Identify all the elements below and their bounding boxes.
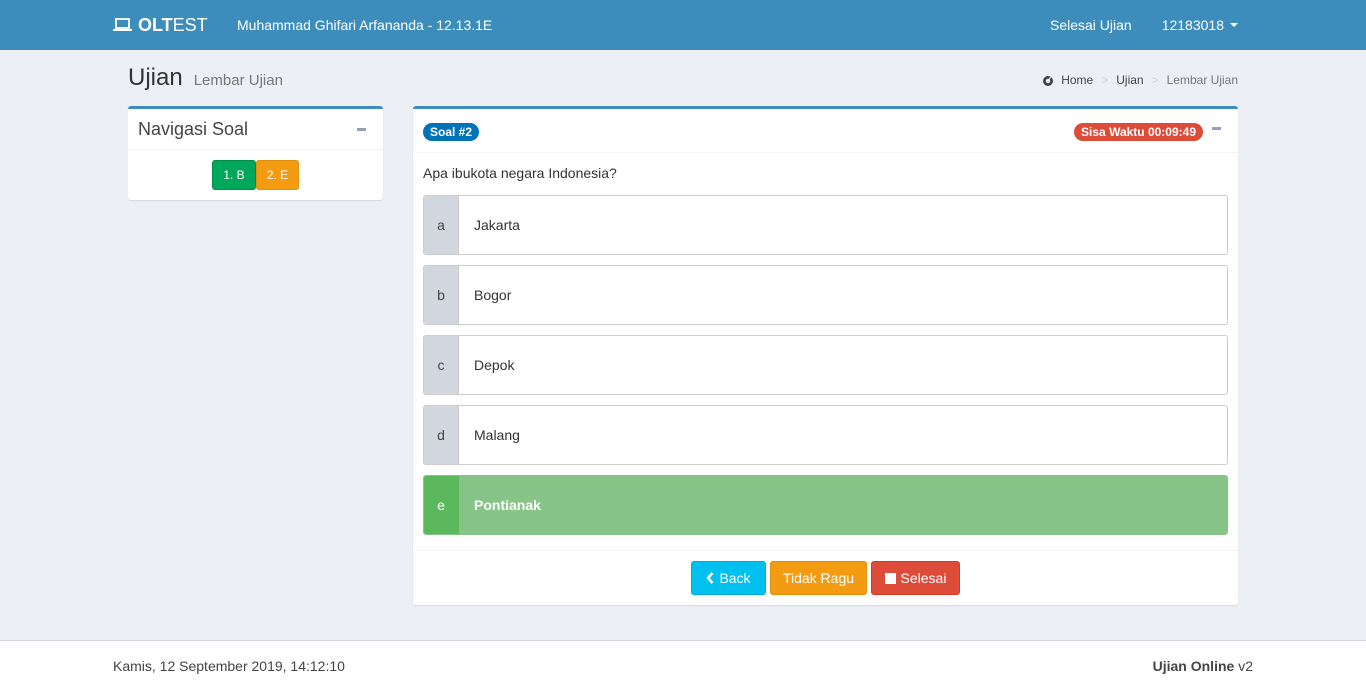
laptop-icon bbox=[113, 18, 132, 31]
navigasi-title: Navigasi Soal bbox=[138, 118, 249, 139]
option-text: Depok bbox=[474, 357, 515, 373]
page-footer: Kamis, 12 September 2019, 14:12:10 Ujian… bbox=[0, 640, 1366, 691]
nav-right: Selesai Ujian 12183018 bbox=[1035, 0, 1238, 50]
back-label: Back bbox=[719, 570, 751, 586]
question-footer: Back Tidak Ragu Selesai bbox=[413, 550, 1238, 605]
caret-down-icon bbox=[1230, 23, 1238, 27]
question-2-button[interactable]: 2. E bbox=[256, 160, 299, 190]
option-c[interactable]: c Depok bbox=[423, 335, 1228, 395]
selesai-ujian-link[interactable]: Selesai Ujian bbox=[1035, 17, 1147, 33]
option-key: a bbox=[424, 196, 459, 254]
option-text: Pontianak bbox=[459, 476, 1227, 534]
option-text: Bogor bbox=[474, 287, 512, 303]
breadcrumb-home[interactable]: Home bbox=[1061, 73, 1093, 87]
breadcrumb-ujian[interactable]: Ujian bbox=[1116, 73, 1143, 87]
option-d[interactable]: d Malang bbox=[423, 405, 1228, 465]
navigasi-header: Navigasi Soal bbox=[128, 109, 383, 150]
option-e[interactable]: e Pontianak bbox=[423, 475, 1228, 535]
page-title: Ujian Lembar Ujian bbox=[128, 64, 283, 92]
tidak-ragu-button[interactable]: Tidak Ragu bbox=[770, 561, 867, 595]
option-key: b bbox=[424, 266, 459, 324]
option-a[interactable]: a Jakarta bbox=[423, 195, 1228, 255]
question-box: Soal #2 Sisa Waktu 00:09:49 Apa ibukota … bbox=[413, 106, 1238, 605]
question-text: Apa ibukota negara Indonesia? bbox=[423, 165, 617, 181]
collapse-minus-icon[interactable] bbox=[351, 119, 373, 139]
selesai-button[interactable]: Selesai bbox=[871, 561, 960, 595]
option-key: d bbox=[424, 406, 459, 464]
collapse-minus-icon[interactable] bbox=[1206, 118, 1228, 138]
back-button[interactable]: Back bbox=[691, 561, 766, 595]
stop-icon bbox=[884, 572, 896, 584]
option-key: c bbox=[424, 336, 459, 394]
timer-badge: Sisa Waktu 00:09:49 bbox=[1074, 123, 1203, 141]
question-header: Soal #2 Sisa Waktu 00:09:49 bbox=[413, 109, 1238, 153]
user-info: Muhammad Ghifari Arfananda - 12.13.1E bbox=[237, 17, 493, 33]
brand-bold: OLT bbox=[138, 14, 173, 35]
option-text: Jakarta bbox=[474, 217, 520, 233]
breadcrumb-separator: > bbox=[1101, 73, 1109, 87]
dashboard-icon bbox=[1043, 76, 1054, 86]
option-b[interactable]: b Bogor bbox=[423, 265, 1228, 325]
footer-version: Ujian Online v2 bbox=[1153, 658, 1253, 674]
brand-rest: EST bbox=[172, 14, 208, 35]
footer-version-number: v2 bbox=[1238, 658, 1253, 674]
question-number-badge: Soal #2 bbox=[423, 123, 480, 141]
option-text: Malang bbox=[474, 427, 520, 443]
footer-app-name: Ujian Online bbox=[1152, 658, 1235, 674]
page-heading: Ujian bbox=[128, 64, 183, 91]
breadcrumb-current: Lembar Ujian bbox=[1166, 73, 1238, 87]
top-navbar: OLT EST Muhammad Ghifari Arfananda - 12.1… bbox=[0, 0, 1366, 50]
chevron-left-icon bbox=[706, 572, 714, 584]
user-menu-dropdown[interactable]: 12183018 bbox=[1147, 17, 1238, 33]
navigasi-soal-box: Navigasi Soal 1. B 2. E bbox=[128, 106, 383, 200]
breadcrumb-separator: > bbox=[1151, 73, 1159, 87]
brand-logo[interactable]: OLT EST bbox=[113, 0, 208, 50]
user-id: 12183018 bbox=[1161, 17, 1224, 33]
option-key: e bbox=[424, 476, 459, 534]
selesai-label: Selesai bbox=[900, 570, 947, 586]
question-nav-buttons: 1. B 2. E bbox=[128, 150, 383, 190]
page-subheading: Lembar Ujian bbox=[193, 72, 283, 89]
breadcrumb: Home > Ujian > Lembar Ujian bbox=[1042, 73, 1238, 87]
question-1-button[interactable]: 1. B bbox=[212, 160, 256, 190]
footer-datetime: Kamis, 12 September 2019, 14:12:10 bbox=[113, 658, 345, 674]
